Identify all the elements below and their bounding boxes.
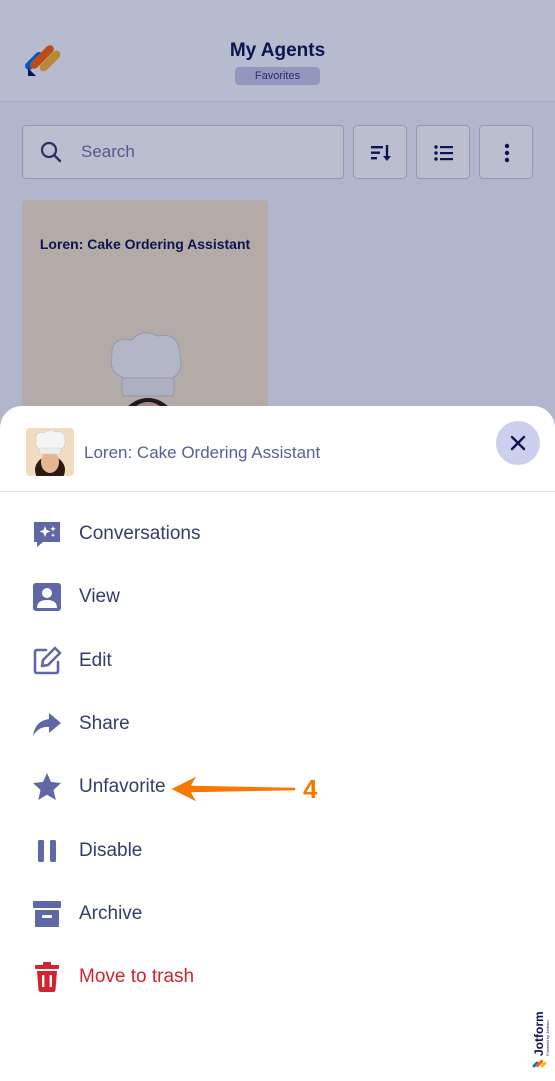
person-icon — [33, 583, 61, 611]
menu-item-label: Move to trash — [79, 966, 195, 987]
menu-item-label: Unfavorite — [79, 776, 166, 797]
archive-icon — [33, 901, 61, 927]
pause-icon — [38, 840, 56, 862]
menu-item-archive[interactable]: Archive — [0, 886, 555, 942]
sheet-agent-name: Loren: Cake Ordering Assistant — [84, 443, 321, 462]
sheet-header: Loren: Cake Ordering Assistant — [0, 406, 555, 492]
jotform-watermark: Jotform Powered by Jotform — [532, 1011, 550, 1068]
menu-item-disable[interactable]: Disable — [0, 823, 555, 879]
close-icon — [510, 435, 526, 451]
menu-item-move-to-trash[interactable]: Move to trash — [0, 949, 555, 1005]
conversations-icon — [34, 522, 60, 547]
watermark-brand: Jotform — [532, 1011, 546, 1056]
close-button[interactable] — [496, 421, 540, 465]
edit-icon — [33, 646, 62, 675]
menu-item-label: Share — [79, 713, 130, 734]
menu-item-label: Archive — [79, 903, 143, 924]
annotation-arrow-icon — [169, 774, 297, 804]
star-icon — [33, 773, 61, 800]
menu-item-label: View — [79, 586, 120, 607]
menu-item-share[interactable]: Share — [0, 696, 555, 752]
menu-item-label: Edit — [79, 650, 112, 671]
menu-item-view[interactable]: View — [0, 569, 555, 625]
menu-item-conversations[interactable]: Conversations — [0, 506, 555, 562]
menu-item-label: Conversations — [79, 523, 201, 544]
agent-avatar — [26, 428, 74, 476]
menu-item-edit[interactable]: Edit — [0, 633, 555, 689]
chef-avatar-image — [35, 429, 66, 476]
annotation-step-number: 4 — [303, 774, 318, 804]
menu-item-label: Disable — [79, 840, 143, 861]
share-icon — [33, 713, 61, 736]
watermark-tagline: Powered by Jotform — [545, 1020, 550, 1056]
trash-icon — [35, 962, 59, 992]
